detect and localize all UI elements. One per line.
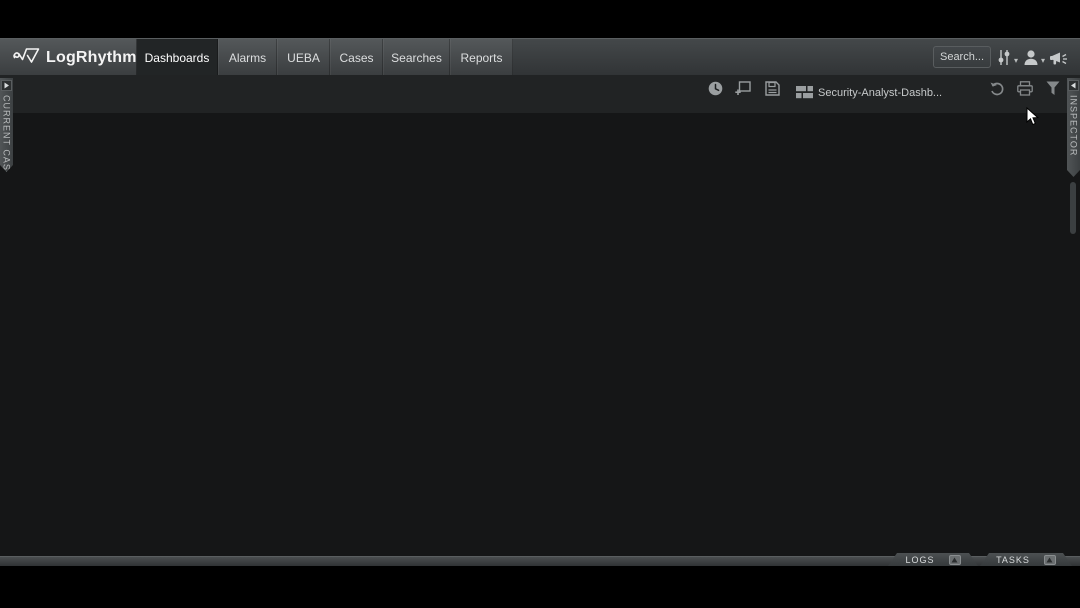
filter-button[interactable] <box>1046 81 1060 101</box>
tasks-drawer-tab[interactable]: TASKS <box>980 553 1072 566</box>
vertical-scrollbar[interactable] <box>1070 182 1076 234</box>
dashboard-canvas <box>0 113 1080 556</box>
expand-left-icon[interactable] <box>1068 80 1079 91</box>
expand-up-icon[interactable] <box>949 555 961 565</box>
user-menu[interactable]: ▾ <box>1023 49 1045 71</box>
brand-name: LogRhythm™ <box>46 49 144 67</box>
save-icon <box>765 83 780 100</box>
sliders-icon <box>997 49 1012 71</box>
filter-icon <box>1046 83 1060 100</box>
search-button[interactable]: Search... <box>933 46 991 68</box>
print-icon <box>1017 83 1033 100</box>
expand-up-icon[interactable] <box>1044 555 1056 565</box>
print-button[interactable] <box>1017 81 1033 101</box>
tab-ueba[interactable]: UEBA <box>277 39 330 76</box>
undo-icon <box>989 83 1005 100</box>
add-widget-button[interactable] <box>735 81 751 101</box>
main-nav-bar: LogRhythm™ Dashboards Alarms UEBA Cases … <box>0 38 1080 75</box>
tasks-label: TASKS <box>996 555 1030 565</box>
logo: LogRhythm™ <box>0 39 137 76</box>
announcements-button[interactable] <box>1049 49 1069 72</box>
user-icon <box>1023 49 1039 71</box>
tab-dashboards[interactable]: Dashboards <box>137 39 218 76</box>
tab-alarms[interactable]: Alarms <box>218 39 277 76</box>
current-case-panel-tab[interactable]: CURRENT CASE <box>0 78 13 172</box>
megaphone-icon <box>1049 49 1069 72</box>
tab-searches[interactable]: Searches <box>383 39 450 76</box>
sliders-menu[interactable]: ▾ <box>997 49 1018 71</box>
logrhythm-logo-icon <box>12 45 41 70</box>
add-widget-icon <box>735 83 751 100</box>
current-case-label: CURRENT CASE <box>2 95 12 178</box>
save-dashboard-button[interactable] <box>765 81 780 101</box>
undo-button[interactable] <box>989 81 1005 101</box>
time-range-button[interactable] <box>708 81 723 101</box>
tab-reports[interactable]: Reports <box>450 39 513 76</box>
chevron-down-icon: ▾ <box>1041 56 1045 65</box>
inspector-label: INSPECTOR <box>1069 95 1079 156</box>
tab-cases[interactable]: Cases <box>330 39 383 76</box>
logs-drawer-tab[interactable]: LOGS <box>888 553 978 566</box>
dashboard-layout-icon <box>796 86 813 104</box>
clock-icon <box>708 83 723 100</box>
chevron-down-icon: ▾ <box>1014 56 1018 65</box>
expand-right-icon[interactable] <box>1 80 12 91</box>
dashboard-selector[interactable]: Security-Analyst-Dashb... <box>818 87 942 99</box>
dashboard-toolbar: Security-Analyst-Dashb... <box>0 75 1080 113</box>
inspector-panel-tab[interactable]: INSPECTOR <box>1067 78 1080 177</box>
nav-tabs: Dashboards Alarms UEBA Cases Searches Re… <box>137 39 513 76</box>
logs-label: LOGS <box>905 555 934 565</box>
